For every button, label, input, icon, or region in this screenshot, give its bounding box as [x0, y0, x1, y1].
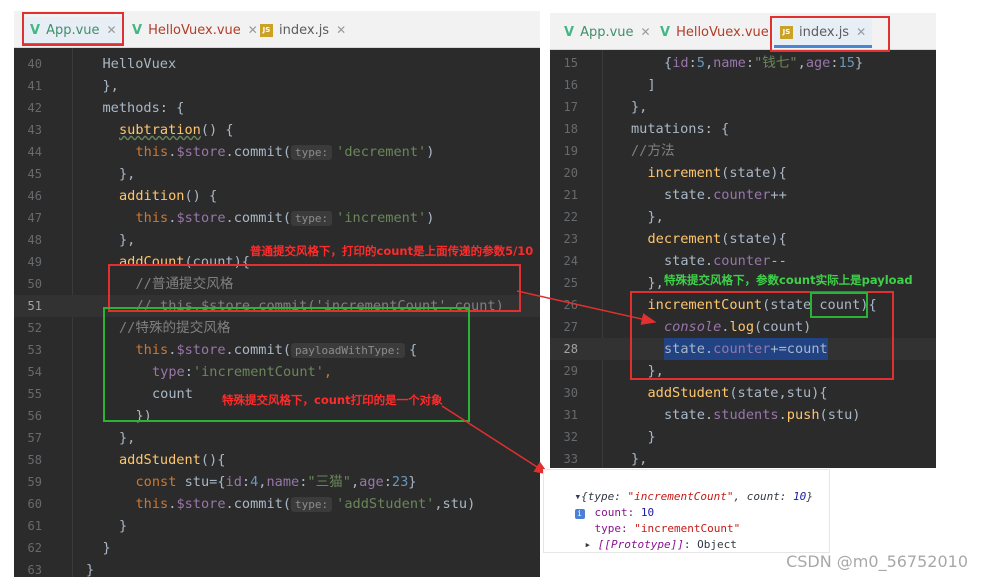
- devtools-console-output: ▾{type: "incrementCount", count: 10} i c…: [543, 469, 830, 553]
- annotation-arrows: [441, 290, 657, 475]
- watermark: CSDN @m0_56752010: [786, 552, 968, 571]
- expand-triangle-icon[interactable]: ▸: [585, 538, 592, 551]
- arrow-normal-to-mutation: [516, 290, 657, 325]
- arrow-special-to-console: [441, 405, 550, 475]
- console-prototype-property[interactable]: ▸ [[Prototype]]: Object: [558, 521, 737, 569]
